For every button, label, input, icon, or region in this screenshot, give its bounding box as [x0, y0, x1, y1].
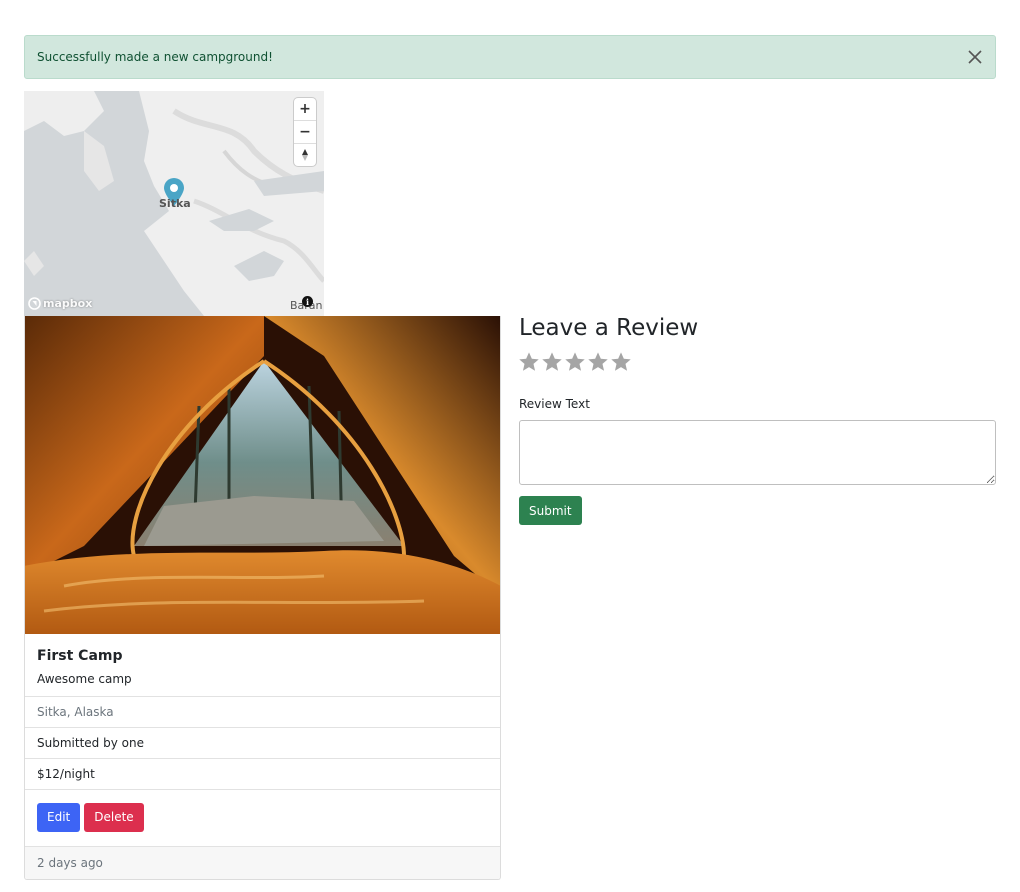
mapbox-logo[interactable]: mapbox: [28, 297, 92, 310]
flash-message: Successfully made a new campground!: [37, 50, 273, 64]
review-heading: Leave a Review: [519, 315, 699, 341]
submit-review-button[interactable]: Submit: [519, 496, 582, 525]
campground-author: Submitted by one: [25, 728, 500, 759]
star-icon[interactable]: [587, 350, 609, 374]
info-icon[interactable]: i: [302, 296, 313, 307]
campground-map[interactable]: + − Sitka Baran mapbox i: [24, 91, 324, 316]
campground-image: [25, 316, 500, 634]
close-icon[interactable]: [965, 47, 985, 67]
star-icon[interactable]: [518, 350, 540, 374]
zoom-out-button[interactable]: −: [294, 121, 316, 144]
campground-description: Awesome camp: [37, 672, 132, 686]
flash-alert: Successfully made a new campground!: [24, 35, 996, 79]
campground-title: First Camp: [37, 648, 123, 664]
star-icon[interactable]: [564, 350, 586, 374]
map-controls: + −: [294, 98, 316, 166]
review-text-input[interactable]: [519, 420, 996, 485]
star-icon[interactable]: [610, 350, 632, 374]
review-text-label: Review Text: [519, 397, 590, 411]
mapbox-logo-icon: [28, 297, 41, 310]
card-body: First Camp Awesome camp: [25, 634, 500, 697]
campground-location: Sitka, Alaska: [25, 697, 500, 728]
map-place-label: Sitka: [159, 197, 191, 210]
campground-card: First Camp Awesome camp Sitka, Alaska Su…: [24, 316, 501, 880]
campground-price: $12/night: [25, 759, 500, 790]
star-icon[interactable]: [541, 350, 563, 374]
card-actions: Edit Delete: [25, 790, 500, 844]
compass-button[interactable]: [294, 144, 316, 166]
mapbox-logo-text: mapbox: [43, 297, 93, 310]
edit-button[interactable]: Edit: [37, 802, 81, 832]
posted-time: 2 days ago: [37, 856, 103, 870]
zoom-in-button[interactable]: +: [294, 98, 316, 121]
star-rating[interactable]: [518, 350, 632, 374]
compass-icon: [302, 149, 308, 161]
delete-button[interactable]: Delete: [84, 802, 144, 832]
card-footer: 2 days ago: [25, 846, 500, 879]
